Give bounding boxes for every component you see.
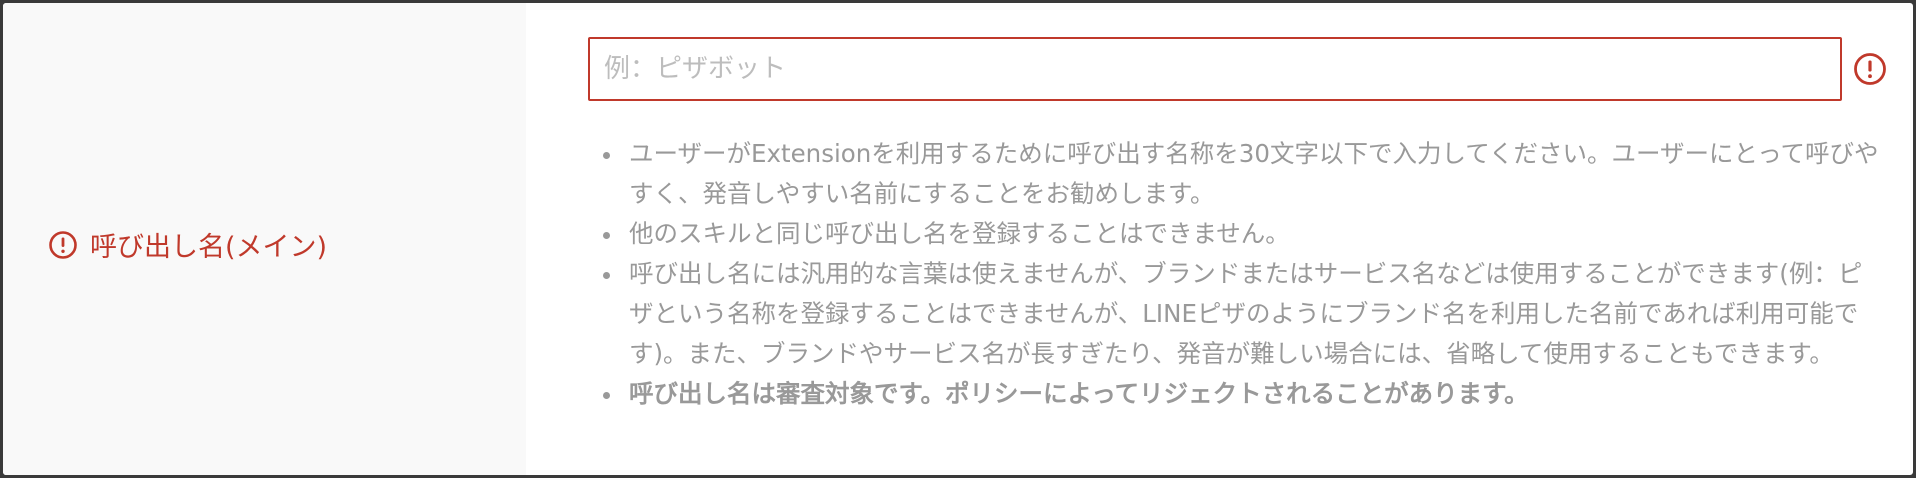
help-note: ユーザーがExtensionを利用するために呼び出す名称を30文字以下で入力して… xyxy=(603,134,1879,214)
help-note: 他のスキルと同じ呼び出し名を登録することはできません。 xyxy=(603,214,1879,254)
field-label-text: 呼び出し名(メイン) xyxy=(90,232,328,263)
form-row: 呼び出し名(メイン) ユーザーがExtensionを利用するために呼び出す名称を… xyxy=(0,0,1916,478)
help-notes-list: ユーザーがExtensionを利用するために呼び出す名称を30文字以下で入力して… xyxy=(601,134,1879,414)
invocation-name-field[interactable] xyxy=(588,37,1842,101)
help-note-review-warning: 呼び出し名は審査対象です。ポリシーによってリジェクトされることがあります。 xyxy=(603,374,1879,414)
input-error-alert-icon xyxy=(1853,52,1887,86)
label-column: 呼び出し名(メイン) xyxy=(3,3,526,475)
field-label: 呼び出し名(メイン) xyxy=(48,225,327,264)
help-note: 呼び出し名には汎用的な言葉は使えませんが、ブランドまたはサービス名などは使用する… xyxy=(603,254,1879,374)
alert-circle-icon xyxy=(48,230,78,260)
invocation-name-input[interactable] xyxy=(590,39,1840,99)
